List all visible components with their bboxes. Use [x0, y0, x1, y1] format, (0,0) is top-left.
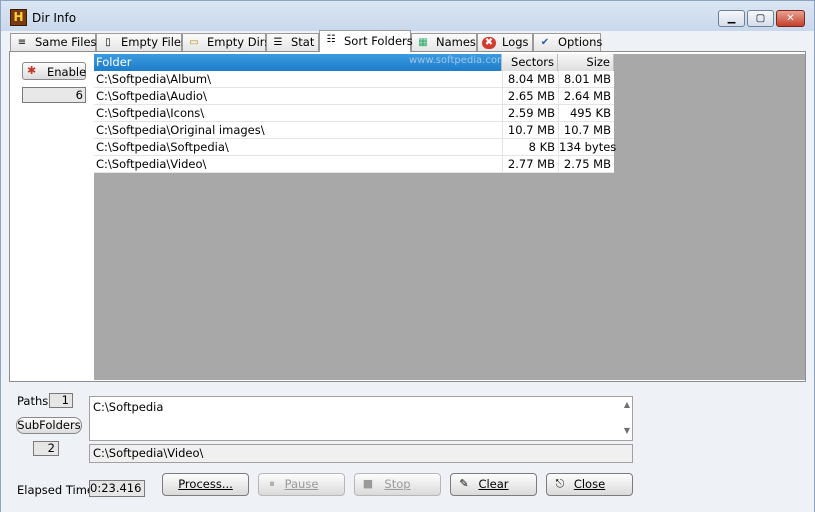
tab-label: Options — [558, 35, 603, 49]
size-cell: 8.01 MB — [558, 71, 614, 88]
app-window: H Dir Info ▁ ▢ ✕ ≡ Same Files ▯ Empty Fi… — [0, 0, 815, 512]
maximize-button[interactable]: ▢ — [747, 10, 774, 27]
sort-folders-panel: ✱ Enable 6 Folder www.softpedia.com Sect… — [9, 51, 806, 382]
close-app-icon: ⎋ — [555, 477, 565, 490]
folder-cell: C:\Softpedia\Icons\ — [96, 106, 205, 120]
tab-label: Stat — [291, 35, 315, 49]
size-cell: 2.75 MB — [558, 156, 614, 173]
paths-label: Paths — [17, 394, 49, 408]
table-row[interactable]: C:\Softpedia\Softpedia\ 8 KB 134 bytes — [94, 139, 617, 156]
tab-label: Empty Dirs — [207, 35, 271, 49]
tab-label: Names — [436, 35, 476, 49]
tab-label: Same Files — [35, 35, 97, 49]
table-row[interactable]: C:\Softpedia\Original images\ 10.7 MB 10… — [94, 122, 614, 139]
clear-button[interactable]: ✎ Clear — [450, 473, 537, 496]
size-cell: 495 KB — [558, 105, 614, 122]
window-title: Dir Info — [32, 11, 77, 25]
sectors-cell: 2.77 MB — [502, 156, 558, 173]
enable-icon: ✱ — [27, 64, 37, 77]
eraser-icon: ✎ — [459, 477, 469, 490]
pause-button[interactable]: ⏸ Pause — [258, 473, 345, 496]
pause-icon: ⏸ — [269, 477, 275, 490]
tab-options[interactable]: ✔ Options — [533, 33, 603, 52]
folder-cell: C:\Softpedia\Softpedia\ — [96, 140, 229, 154]
tab-empty-files[interactable]: ▯ Empty Files — [96, 33, 187, 52]
process-label: Process... — [178, 477, 233, 491]
clear-label: Clear — [478, 477, 509, 491]
tab-logs[interactable]: ✖ Logs — [477, 33, 533, 52]
column-header-sectors[interactable]: Sectors — [502, 54, 558, 71]
paths-text: C:\Softpedia — [93, 400, 164, 414]
pause-label: Pause — [284, 477, 319, 491]
empty-files-icon: ▯ — [105, 37, 111, 48]
sectors-cell: 2.65 MB — [502, 88, 558, 105]
tab-label: Logs — [502, 35, 529, 49]
subfolders-count-field[interactable]: 2 — [33, 441, 59, 456]
table-row[interactable]: C:\Softpedia\Video\ 2.77 MB 2.75 MB — [94, 156, 614, 173]
stop-icon: ■ — [362, 477, 374, 490]
same-files-icon: ≡ — [17, 37, 27, 48]
enable-label: Enable — [47, 65, 87, 79]
table-row[interactable]: C:\Softpedia\Icons\ 2.59 MB 495 KB — [94, 105, 614, 122]
minimize-button[interactable]: ▁ — [718, 10, 745, 27]
logs-icon: ✖ — [482, 37, 496, 49]
tab-sort-folders[interactable]: ☷ Sort Folders — [319, 30, 413, 52]
column-header-size[interactable]: Size — [558, 54, 614, 71]
subfolders-button[interactable]: SubFolders — [16, 417, 82, 434]
current-path-field: C:\Softpedia\Video\ — [89, 444, 633, 463]
tab-stat[interactable]: ☰ Stat — [266, 33, 319, 52]
options-icon: ✔ — [540, 37, 550, 48]
close-button[interactable]: ⎋ Close — [546, 473, 633, 496]
tab-label: Sort Folders — [344, 34, 413, 48]
tab-label: Empty Files — [121, 35, 187, 49]
size-cell: 2.64 MB — [558, 88, 614, 105]
grid-rows: C:\Softpedia\Album\ 8.04 MB 8.01 MB C:\S… — [94, 71, 617, 173]
folder-count-field[interactable]: 6 — [22, 87, 86, 103]
sectors-cell: 2.59 MB — [502, 105, 558, 122]
stop-label: Stop — [384, 477, 411, 491]
table-row[interactable]: C:\Softpedia\Album\ 8.04 MB 8.01 MB — [94, 71, 614, 88]
stop-button[interactable]: ■ Stop — [354, 473, 441, 496]
scroll-up-icon[interactable]: ▲ — [624, 400, 630, 409]
tab-empty-dirs[interactable]: ▭ Empty Dirs — [182, 33, 271, 52]
close-window-button[interactable]: ✕ — [776, 10, 805, 27]
sectors-cell: 8 KB — [502, 139, 558, 156]
watermark: www.softpedia.com — [409, 55, 507, 66]
scroll-down-icon[interactable]: ▼ — [624, 426, 630, 435]
folder-cell: C:\Softpedia\Audio\ — [96, 89, 207, 103]
elapsed-time-label: Elapsed Time — [17, 483, 94, 497]
paths-count-field[interactable]: 1 — [49, 393, 73, 408]
empty-folder-icon: ▭ — [189, 37, 199, 48]
tab-names[interactable]: ▦ Names — [411, 33, 477, 52]
app-icon: H — [10, 9, 27, 26]
process-button[interactable]: Process... — [162, 473, 249, 496]
size-cell: 10.7 MB — [558, 122, 614, 139]
sort-list-icon: ☷ — [326, 34, 336, 45]
grid-header: Folder www.softpedia.com Sectors Size — [94, 54, 614, 71]
sectors-cell: 8.04 MB — [502, 71, 558, 88]
paths-textarea[interactable]: C:\Softpedia ▲ ▼ — [89, 396, 633, 441]
folder-cell: C:\Softpedia\Album\ — [96, 72, 211, 86]
close-label: Close — [573, 477, 606, 491]
tab-same-files[interactable]: ≡ Same Files — [10, 33, 97, 52]
enable-button[interactable]: ✱ Enable — [22, 62, 86, 80]
sectors-cell: 10.7 MB — [502, 122, 558, 139]
folder-cell: C:\Softpedia\Original images\ — [96, 123, 265, 137]
size-cell: 134 bytes — [558, 139, 617, 156]
folder-cell: C:\Softpedia\Video\ — [96, 157, 207, 171]
names-icon: ▦ — [418, 37, 428, 48]
stat-icon: ☰ — [273, 37, 283, 48]
title-bar: H Dir Info ▁ ▢ ✕ — [1, 1, 814, 31]
table-row[interactable]: C:\Softpedia\Audio\ 2.65 MB 2.64 MB — [94, 88, 614, 105]
elapsed-time-value: 0:23.416 — [89, 480, 145, 497]
folder-grid[interactable]: Folder www.softpedia.com Sectors Size C:… — [94, 54, 805, 380]
